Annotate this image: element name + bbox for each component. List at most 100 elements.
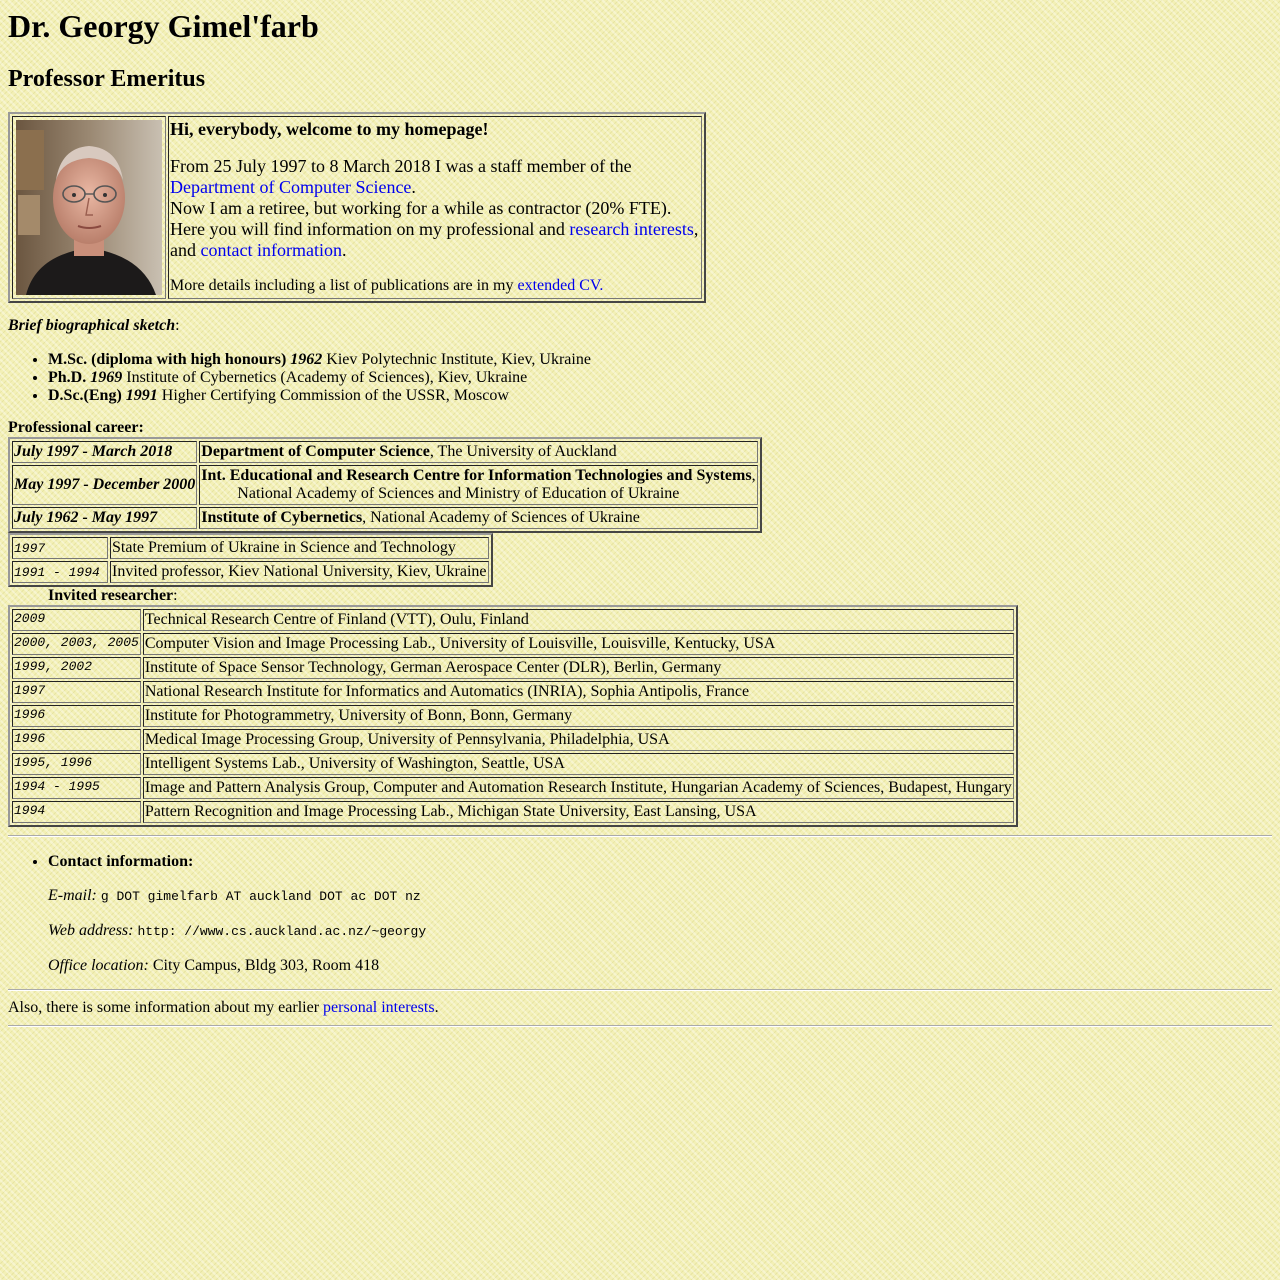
intro-comma: , bbox=[693, 219, 699, 239]
invited-title: Invited researcher bbox=[48, 587, 174, 604]
page: Dr. Georgy Gimel'farb Professor Emeritus bbox=[0, 0, 1280, 1043]
table-row: 2000, 2003, 2005 Computer Vision and Imag… bbox=[12, 633, 1014, 655]
web-label: Web address: bbox=[48, 922, 134, 939]
email-row: E-mail: g DOT gimelfarb AT auckland DOT … bbox=[48, 887, 1272, 906]
intro-text-cell: Hi, everybody, welcome to my homepage! F… bbox=[168, 116, 702, 299]
contact-section: Contact information: E-mail: g DOT gimel… bbox=[8, 853, 1272, 975]
invited-heading: Invited researcher: bbox=[8, 587, 1272, 605]
intro-line1: From 25 July 1997 to 8 March 2018 I was … bbox=[170, 156, 632, 176]
degree-place: Institute of Cybernetics (Academy of Sci… bbox=[126, 369, 528, 386]
web-row: Web address: http: //www.cs.auckland.ac.… bbox=[48, 922, 1272, 941]
research-interests-link[interactable]: research interests bbox=[569, 219, 693, 239]
invited-year: 1994 - 1995 bbox=[12, 777, 141, 799]
invited-text: Medical Image Processing Group, Universi… bbox=[142, 729, 1014, 751]
contact-title: Contact information: bbox=[48, 853, 194, 870]
career-org: Institute of Cybernetics bbox=[201, 509, 363, 526]
intro-paragraph: From 25 July 1997 to 8 March 2018 I was … bbox=[170, 156, 700, 261]
contact-information-link[interactable]: contact information bbox=[201, 240, 342, 260]
intro-more: More details including a list of publica… bbox=[170, 275, 700, 296]
bio-heading: Brief biographical sketch: bbox=[8, 317, 1272, 335]
invited-year: 1995, 1996 bbox=[12, 753, 141, 775]
personal-interests-link[interactable]: personal interests bbox=[323, 999, 435, 1016]
invited-year: 1994 bbox=[12, 801, 141, 823]
bio-list: M.Sc. (diploma with high honours) 1962 K… bbox=[8, 351, 1272, 405]
career-detail-2: National Academy of Sciences and Ministr… bbox=[237, 485, 680, 502]
table-row: July 1997 - March 2018 Department of Com… bbox=[12, 441, 758, 463]
award-year: 1997 bbox=[12, 537, 108, 559]
invited-year: 1997 bbox=[12, 681, 141, 703]
divider bbox=[8, 1025, 1272, 1027]
office-label: Office location: bbox=[48, 957, 149, 974]
award-text: State Premium of Ukraine in Science and … bbox=[110, 537, 489, 559]
table-row: 1995, 1996 Intelligent Systems Lab., Univ… bbox=[12, 753, 1014, 775]
career-org: Department of Computer Science bbox=[201, 443, 430, 460]
table-row: May 1997 - December 2000 Int. Educationa… bbox=[12, 465, 758, 505]
career-period: July 1962 - May 1997 bbox=[14, 509, 158, 526]
footer-dot: . bbox=[434, 999, 439, 1016]
extended-cv-link[interactable]: extended CV. bbox=[517, 277, 603, 294]
table-row: 1991 - 1994 Invited professor, Kiev Nati… bbox=[12, 561, 489, 583]
footer: Also, there is some information about my… bbox=[8, 999, 1272, 1017]
table-row: 1996 Institute for Photogrammetry, Univer… bbox=[12, 705, 1014, 727]
invited-year: 1999, 2002 bbox=[12, 657, 141, 679]
table-row: 1997 National Research Institute for Info… bbox=[12, 681, 1014, 703]
degree-place: Kiev Polytechnic Institute, Kiev, Ukrain… bbox=[326, 351, 591, 368]
divider bbox=[8, 835, 1272, 837]
invited-text: Technical Research Centre of Finland (VT… bbox=[142, 609, 1014, 631]
invited-year: 2009 bbox=[12, 609, 141, 631]
awards-table: 1997 State Premium of Ukraine in Science… bbox=[8, 533, 493, 587]
invited-text: Pattern Recognition and Image Processing… bbox=[142, 801, 1014, 823]
invited-year: 1996 bbox=[12, 705, 141, 727]
table-row: 1997 State Premium of Ukraine in Science… bbox=[12, 537, 489, 559]
degree: M.Sc. (diploma with high honours) bbox=[48, 351, 287, 368]
award-text: Invited professor, Kiev National Univers… bbox=[110, 561, 489, 583]
degree: D.Sc.(Eng) bbox=[48, 387, 122, 404]
degree: Ph.D. bbox=[48, 369, 87, 386]
page-title: Dr. Georgy Gimel'farb bbox=[8, 8, 319, 44]
web-value: http: //www.cs.auckland.ac.nz/~georgy bbox=[137, 924, 427, 939]
photo-cell bbox=[12, 116, 166, 299]
table-row: 1994 Pattern Recognition and Image Proces… bbox=[12, 801, 1014, 823]
degree-year: 1969 bbox=[90, 369, 123, 386]
footer-text: Also, there is some information about my… bbox=[8, 999, 320, 1016]
bio-item: D.Sc.(Eng) 1991 Higher Certifying Commis… bbox=[48, 387, 1272, 405]
intro-dot: . bbox=[411, 177, 416, 197]
table-row: 2009 Technical Research Centre of Finland… bbox=[12, 609, 1014, 631]
invited-table: 2009 Technical Research Centre of Finland… bbox=[8, 605, 1018, 827]
career-period: May 1997 - December 2000 bbox=[14, 476, 196, 493]
bio-colon: : bbox=[175, 317, 180, 334]
career-detail: , bbox=[751, 467, 756, 484]
career-org: Int. Educational and Research Centre for… bbox=[201, 467, 752, 484]
bio-item: M.Sc. (diploma with high honours) 1962 K… bbox=[48, 351, 1272, 369]
invited-text: Intelligent Systems Lab., University of … bbox=[142, 753, 1014, 775]
bio-title: Brief biographical sketch bbox=[8, 317, 176, 334]
table-row: July 1962 - May 1997 Institute of Cybern… bbox=[12, 507, 758, 529]
email-label: E-mail: bbox=[48, 887, 97, 904]
office-value: City Campus, Bldg 303, Room 418 bbox=[152, 957, 380, 974]
portrait-photo bbox=[16, 120, 162, 295]
contact-item: Contact information: E-mail: g DOT gimel… bbox=[48, 853, 1272, 975]
career-detail: , National Academy of Sciences of Ukrain… bbox=[362, 509, 640, 526]
intro-line2: Now I am a retiree, but working for a wh… bbox=[170, 198, 672, 218]
career-detail: , The University of Auckland bbox=[429, 443, 617, 460]
welcome-heading: Hi, everybody, welcome to my homepage! bbox=[170, 119, 489, 139]
invited-text: Image and Pattern Analysis Group, Comput… bbox=[142, 777, 1014, 799]
divider bbox=[8, 989, 1272, 991]
bio-item: Ph.D. 1969 Institute of Cybernetics (Aca… bbox=[48, 369, 1272, 387]
email-value: g DOT gimelfarb AT auckland DOT ac DOT n… bbox=[100, 889, 421, 904]
department-link[interactable]: Department of Computer Science bbox=[170, 177, 411, 197]
intro-and: and bbox=[170, 240, 196, 260]
intro-dot-2: . bbox=[341, 240, 347, 260]
office-row: Office location: City Campus, Bldg 303, … bbox=[48, 957, 1272, 975]
table-row: 1999, 2002 Institute of Space Sensor Tech… bbox=[12, 657, 1014, 679]
invited-text: National Research Institute for Informat… bbox=[142, 681, 1014, 703]
page-subtitle: Professor Emeritus bbox=[8, 66, 206, 92]
more-details-text: More details including a list of publica… bbox=[170, 277, 514, 294]
invited-year: 1996 bbox=[12, 729, 141, 751]
invited-text: Institute for Photogrammetry, University… bbox=[142, 705, 1014, 727]
career-period: July 1997 - March 2018 bbox=[14, 443, 173, 460]
career-title: Professional career: bbox=[8, 419, 144, 436]
career-table: July 1997 - March 2018 Department of Com… bbox=[8, 437, 762, 533]
invited-text: Institute of Space Sensor Technology, Ge… bbox=[142, 657, 1014, 679]
award-year: 1991 - 1994 bbox=[12, 561, 108, 583]
